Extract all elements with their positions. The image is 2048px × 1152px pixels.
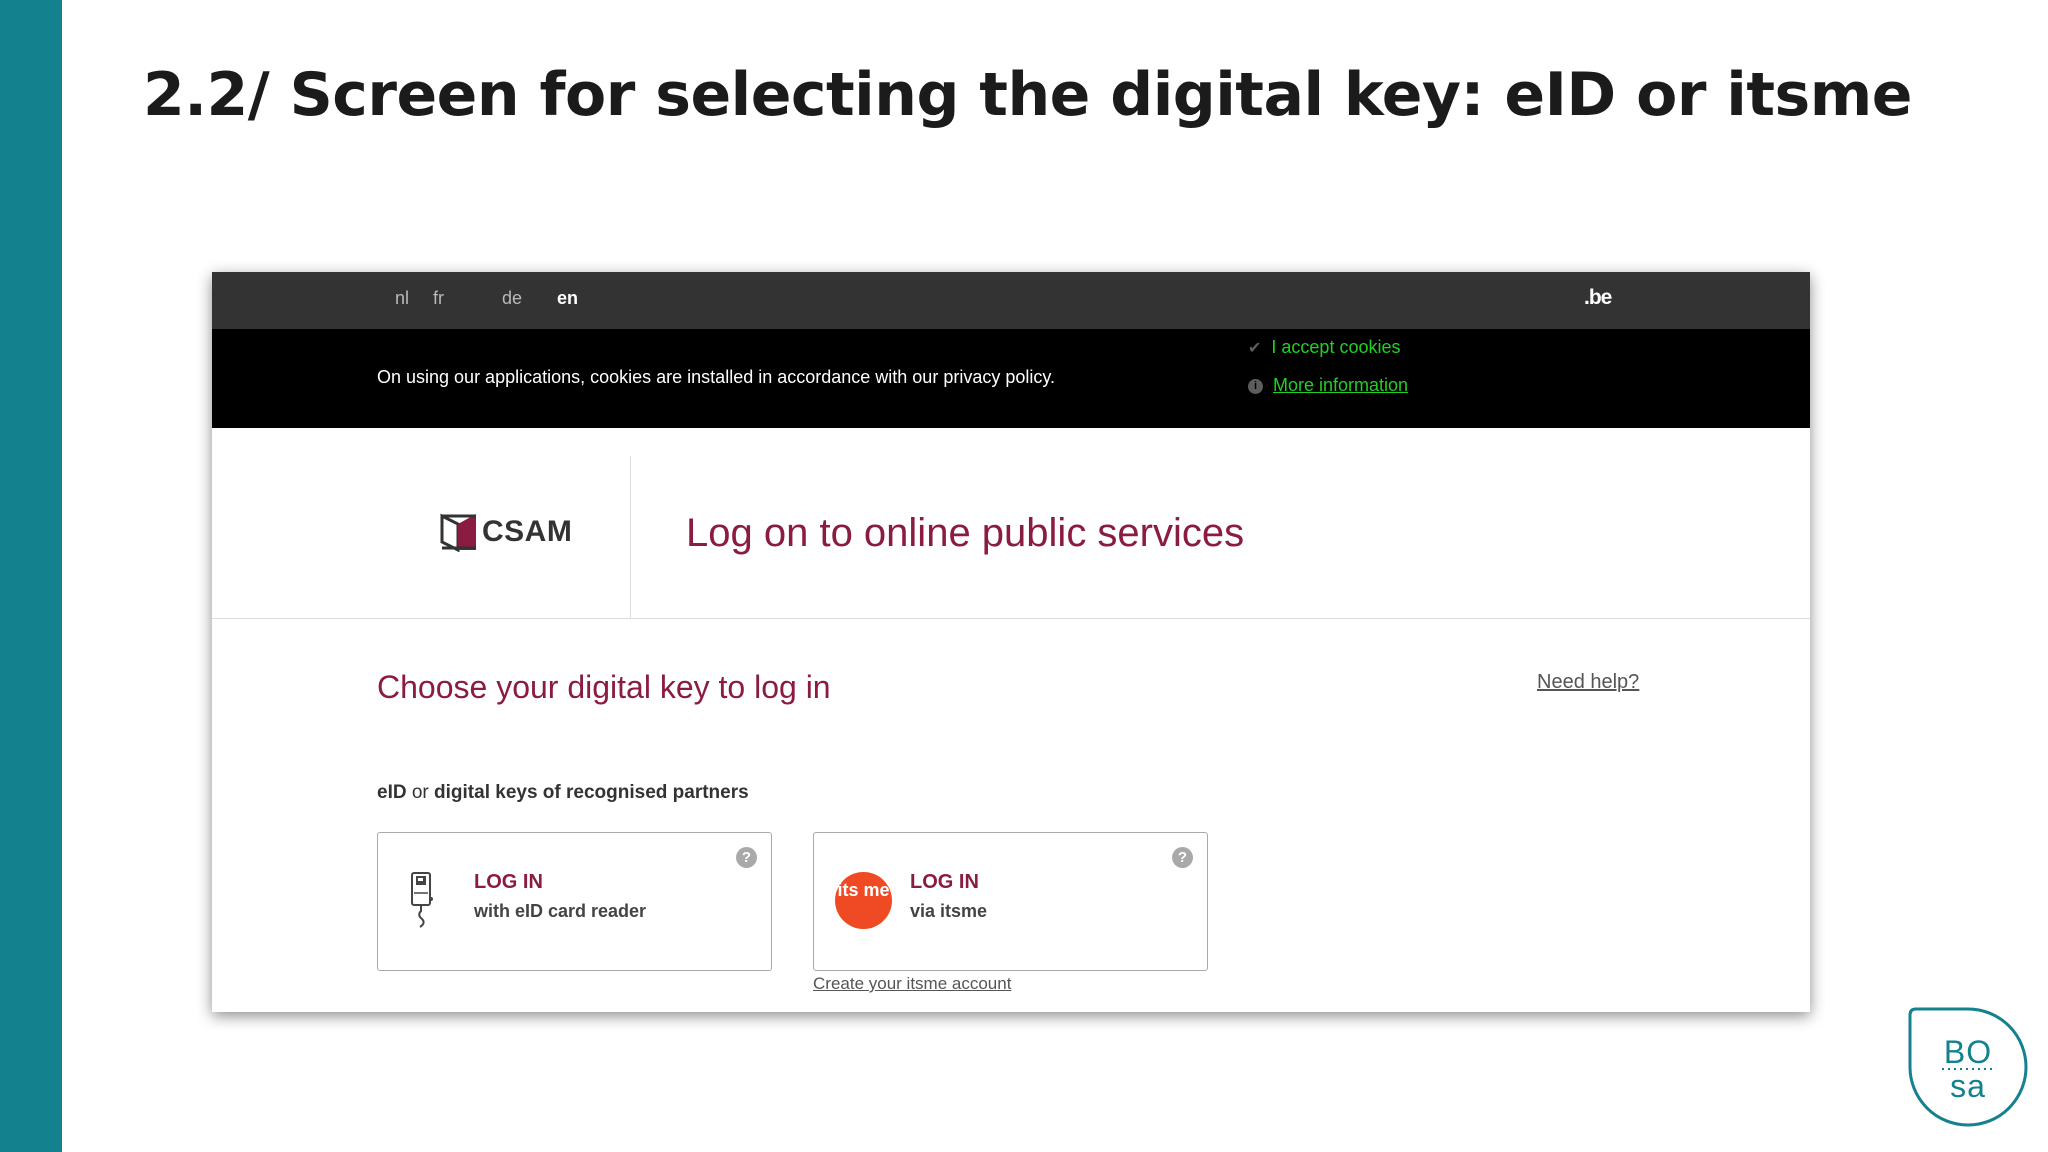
bosa-logo-text-top: BO [1944, 1034, 1992, 1070]
create-itsme-account-link[interactable]: Create your itsme account [813, 974, 1011, 994]
more-information: i More information [1248, 375, 1408, 396]
keys-section-label: eID or digital keys of recognised partne… [377, 782, 749, 804]
lang-fr[interactable]: fr [433, 288, 444, 309]
bosa-logo-text-bottom: sa [1950, 1068, 1986, 1104]
itsme-logo-icon: its me [835, 872, 892, 929]
page-header: CSAM Log on to online public services [212, 428, 1810, 619]
be-logo: .be [1584, 286, 1612, 309]
eid-card-title: LOG IN [474, 871, 543, 893]
lang-nl[interactable]: nl [395, 288, 409, 309]
cookie-banner: On using our applications, cookies are i… [212, 329, 1810, 428]
keys-label-or: or [406, 782, 435, 803]
bosa-logo: BO sa [1908, 1007, 2028, 1127]
csam-logo-text: CSAM [482, 515, 573, 548]
keys-label-eid: eID [377, 782, 407, 803]
help-icon[interactable]: ? [1172, 847, 1193, 868]
cookie-message: On using our applications, cookies are i… [377, 367, 1056, 387]
eid-card-subtitle: with eID card reader [474, 901, 647, 921]
keys-label-partners: digital keys of recognised partners [434, 782, 749, 803]
need-help-link[interactable]: Need help? [1537, 671, 1639, 694]
language-bar: nl fr de en .be [212, 272, 1810, 329]
more-information-link[interactable]: More information [1273, 375, 1408, 395]
accept-cookies-button[interactable]: ✔ I accept cookies [1248, 337, 1400, 358]
choose-key-title: Choose your digital key to log in [377, 669, 831, 705]
help-icon[interactable]: ? [736, 847, 757, 868]
itsme-card-subtitle: via itsme [910, 901, 988, 921]
checkmark-icon: ✔ [1248, 340, 1262, 357]
slide-title: 2.2/ Screen for selecting the digital ke… [143, 60, 1912, 130]
lang-en[interactable]: en [557, 288, 578, 309]
card-reader-icon [411, 872, 433, 928]
csam-logo-icon [440, 513, 476, 552]
itsme-card-title: LOG IN [910, 871, 979, 893]
info-icon: i [1248, 378, 1263, 394]
login-screenshot: nl fr de en .be On using our application… [212, 272, 1810, 1012]
lang-de[interactable]: de [502, 288, 522, 309]
left-accent-bar [0, 0, 62, 1152]
login-eid-button[interactable]: LOG IN with eID card reader ? [377, 832, 772, 971]
header-title: Log on to online public services [686, 511, 1245, 555]
accept-cookies-label: I accept cookies [1271, 337, 1401, 357]
header-divider [630, 456, 631, 618]
login-itsme-button[interactable]: its me LOG IN via itsme ? [813, 832, 1208, 971]
